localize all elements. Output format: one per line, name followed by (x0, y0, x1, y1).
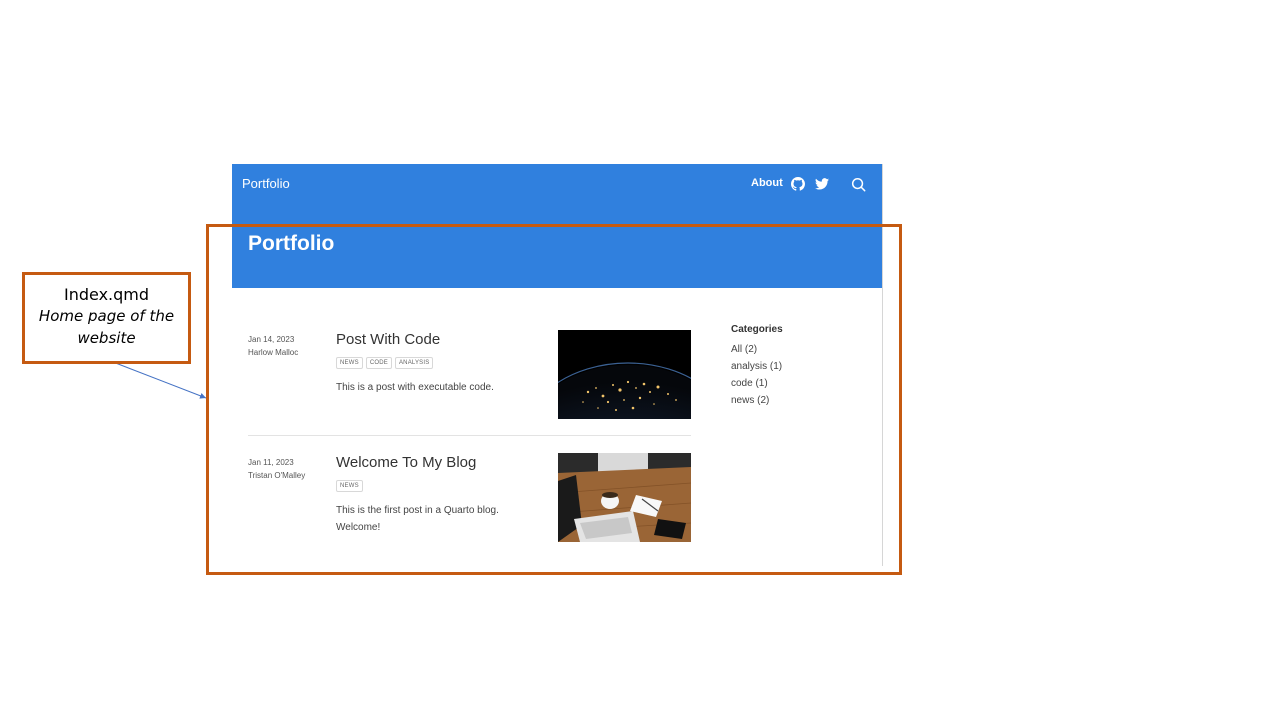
annotation-callout: Index.qmd Home page of the website (22, 272, 191, 364)
annotation-arrow (112, 361, 207, 399)
callout-subtitle: Home page of the website (38, 307, 175, 347)
callout-title: Index.qmd (63, 285, 150, 304)
